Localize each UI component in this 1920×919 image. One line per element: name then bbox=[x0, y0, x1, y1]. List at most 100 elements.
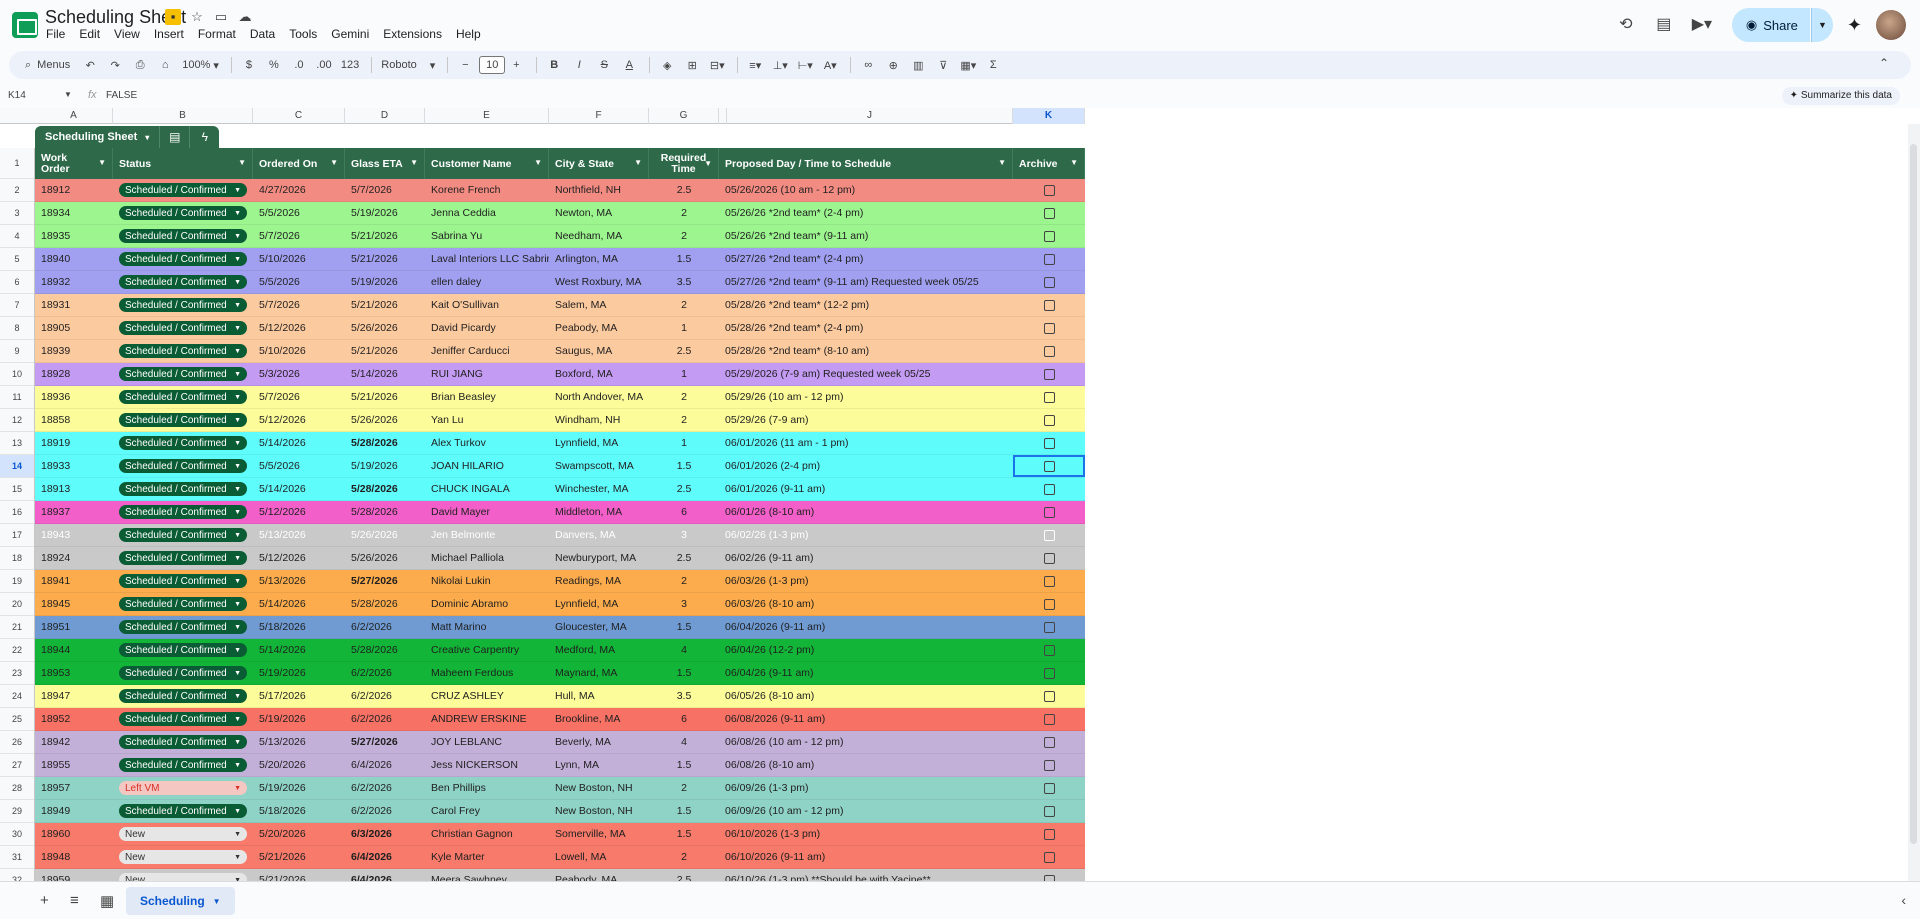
eta-cell[interactable]: 5/28/2026 bbox=[345, 593, 425, 615]
ordered-cell[interactable]: 5/21/2026 bbox=[253, 846, 345, 868]
header-cell[interactable]: Ordered On ▼ bbox=[253, 148, 345, 179]
req-cell[interactable]: 4 bbox=[649, 731, 719, 753]
zoom-select[interactable]: 100% ▾ bbox=[179, 54, 222, 76]
city-cell[interactable]: Danvers, MA bbox=[549, 524, 649, 546]
proposed-cell[interactable]: 06/04/26 (12-2 pm) bbox=[719, 639, 1013, 661]
menu-help[interactable]: Help bbox=[456, 27, 481, 41]
decrease-decimal-button[interactable]: .0 bbox=[288, 54, 310, 76]
ordered-cell[interactable]: 5/12/2026 bbox=[253, 547, 345, 569]
name-cell[interactable]: Christian Gagnon bbox=[425, 823, 549, 845]
proposed-cell[interactable]: 06/03/26 (8-10 am) bbox=[719, 593, 1013, 615]
proposed-cell[interactable]: 06/02/26 (9-11 am) bbox=[719, 547, 1013, 569]
row-header[interactable]: 19 bbox=[0, 570, 34, 593]
name-cell[interactable]: ANDREW ERSKINE bbox=[425, 708, 549, 730]
archive-checkbox[interactable] bbox=[1043, 690, 1055, 702]
wo-cell[interactable]: 18960 bbox=[35, 823, 113, 845]
archive-cell[interactable] bbox=[1013, 317, 1085, 339]
req-cell[interactable]: 1.5 bbox=[649, 616, 719, 638]
ordered-cell[interactable]: 5/12/2026 bbox=[253, 409, 345, 431]
ordered-cell[interactable]: 5/10/2026 bbox=[253, 248, 345, 270]
wo-cell[interactable]: 18939 bbox=[35, 340, 113, 362]
name-cell[interactable]: Kyle Marter bbox=[425, 846, 549, 868]
req-cell[interactable]: 3 bbox=[649, 593, 719, 615]
status-cell[interactable]: Left VM ▼ bbox=[113, 777, 253, 799]
ordered-cell[interactable]: 5/14/2026 bbox=[253, 639, 345, 661]
status-cell[interactable]: Scheduled / Confirmed ▼ bbox=[113, 639, 253, 661]
status-chip[interactable]: Scheduled / Confirmed ▼ bbox=[119, 804, 247, 818]
name-cell[interactable]: Dominic Abramo bbox=[425, 593, 549, 615]
status-chip[interactable]: Scheduled / Confirmed ▼ bbox=[119, 551, 247, 565]
archive-cell[interactable] bbox=[1013, 800, 1085, 822]
row-header[interactable]: 7 bbox=[0, 294, 34, 317]
name-cell[interactable]: Jenna Ceddia bbox=[425, 202, 549, 224]
history-icon[interactable]: ⟲ bbox=[1610, 9, 1642, 41]
ordered-cell[interactable]: 5/10/2026 bbox=[253, 340, 345, 362]
eta-cell[interactable]: 6/4/2026 bbox=[345, 754, 425, 776]
status-cell[interactable]: Scheduled / Confirmed ▼ bbox=[113, 501, 253, 523]
column-header-j[interactable]: J bbox=[727, 108, 1013, 124]
status-cell[interactable]: Scheduled / Confirmed ▼ bbox=[113, 409, 253, 431]
archive-cell[interactable] bbox=[1013, 478, 1085, 500]
row-header[interactable]: 21 bbox=[0, 616, 34, 639]
share-button[interactable]: ◉ Share bbox=[1731, 8, 1810, 42]
header-cell[interactable]: Customer Name ▼ bbox=[425, 148, 549, 179]
wo-cell[interactable]: 18948 bbox=[35, 846, 113, 868]
city-cell[interactable]: Lowell, MA bbox=[549, 846, 649, 868]
menu-edit[interactable]: Edit bbox=[79, 27, 100, 41]
chevron-down-icon[interactable]: ▼ bbox=[998, 158, 1006, 167]
city-cell[interactable]: Beverly, MA bbox=[549, 731, 649, 753]
proposed-cell[interactable]: 05/29/2026 (7-9 am) Requested week 05/25 bbox=[719, 363, 1013, 385]
archive-cell[interactable] bbox=[1013, 639, 1085, 661]
eta-cell[interactable]: 5/28/2026 bbox=[345, 432, 425, 454]
archive-cell[interactable] bbox=[1013, 662, 1085, 684]
archive-checkbox[interactable] bbox=[1043, 299, 1055, 311]
header-cell[interactable]: City & State ▼ bbox=[549, 148, 649, 179]
archive-checkbox[interactable] bbox=[1043, 621, 1055, 633]
scrollbar-thumb[interactable] bbox=[1910, 144, 1917, 844]
row-header[interactable]: 1 bbox=[0, 148, 34, 179]
archive-cell[interactable] bbox=[1013, 708, 1085, 730]
status-chip[interactable]: Scheduled / Confirmed ▼ bbox=[119, 666, 247, 680]
eta-cell[interactable]: 6/3/2026 bbox=[345, 823, 425, 845]
chevron-up-icon[interactable]: ⌃ bbox=[1879, 56, 1889, 70]
city-cell[interactable]: Readings, MA bbox=[549, 570, 649, 592]
eta-cell[interactable]: 5/7/2026 bbox=[345, 179, 425, 201]
wo-cell[interactable]: 18941 bbox=[35, 570, 113, 592]
wo-cell[interactable]: 18932 bbox=[35, 271, 113, 293]
print-icon[interactable]: ⎙ bbox=[129, 54, 151, 76]
row-header[interactable]: 14 bbox=[0, 455, 34, 478]
ordered-cell[interactable]: 5/7/2026 bbox=[253, 225, 345, 247]
video-icon[interactable]: ▶▾ bbox=[1686, 9, 1718, 41]
archive-cell[interactable] bbox=[1013, 869, 1085, 881]
city-cell[interactable]: Newburyport, MA bbox=[549, 547, 649, 569]
wo-cell[interactable]: 18959 bbox=[35, 869, 113, 881]
font-select[interactable]: Roboto ▾ bbox=[378, 54, 438, 76]
formula-input[interactable]: FALSE bbox=[106, 90, 137, 101]
city-cell[interactable]: New Boston, NH bbox=[549, 777, 649, 799]
req-cell[interactable]: 2 bbox=[649, 386, 719, 408]
status-cell[interactable]: Scheduled / Confirmed ▼ bbox=[113, 478, 253, 500]
status-cell[interactable]: Scheduled / Confirmed ▼ bbox=[113, 248, 253, 270]
ordered-cell[interactable]: 5/19/2026 bbox=[253, 662, 345, 684]
eta-cell[interactable]: 6/2/2026 bbox=[345, 800, 425, 822]
city-cell[interactable]: Salem, MA bbox=[549, 294, 649, 316]
wo-cell[interactable]: 18949 bbox=[35, 800, 113, 822]
status-chip[interactable]: Scheduled / Confirmed ▼ bbox=[119, 597, 247, 611]
name-cell[interactable]: Sabrina Yu bbox=[425, 225, 549, 247]
status-cell[interactable]: Scheduled / Confirmed ▼ bbox=[113, 363, 253, 385]
fill-color-icon[interactable]: ◈ bbox=[656, 54, 678, 76]
ordered-cell[interactable]: 5/5/2026 bbox=[253, 455, 345, 477]
city-cell[interactable]: Somerville, MA bbox=[549, 823, 649, 845]
column-header-k[interactable]: K bbox=[1013, 108, 1085, 124]
text-color-icon[interactable]: A bbox=[618, 54, 640, 76]
undo-icon[interactable]: ↶ bbox=[79, 54, 101, 76]
wo-cell[interactable]: 18947 bbox=[35, 685, 113, 707]
row-header[interactable]: 15 bbox=[0, 478, 34, 501]
status-cell[interactable]: Scheduled / Confirmed ▼ bbox=[113, 340, 253, 362]
eta-cell[interactable]: 5/19/2026 bbox=[345, 271, 425, 293]
sparkle-icon[interactable]: ✦ bbox=[1847, 15, 1862, 36]
archive-checkbox[interactable] bbox=[1043, 667, 1055, 679]
row-header[interactable]: 23 bbox=[0, 662, 34, 685]
eta-cell[interactable]: 6/2/2026 bbox=[345, 708, 425, 730]
status-chip[interactable]: Scheduled / Confirmed ▼ bbox=[119, 344, 247, 358]
